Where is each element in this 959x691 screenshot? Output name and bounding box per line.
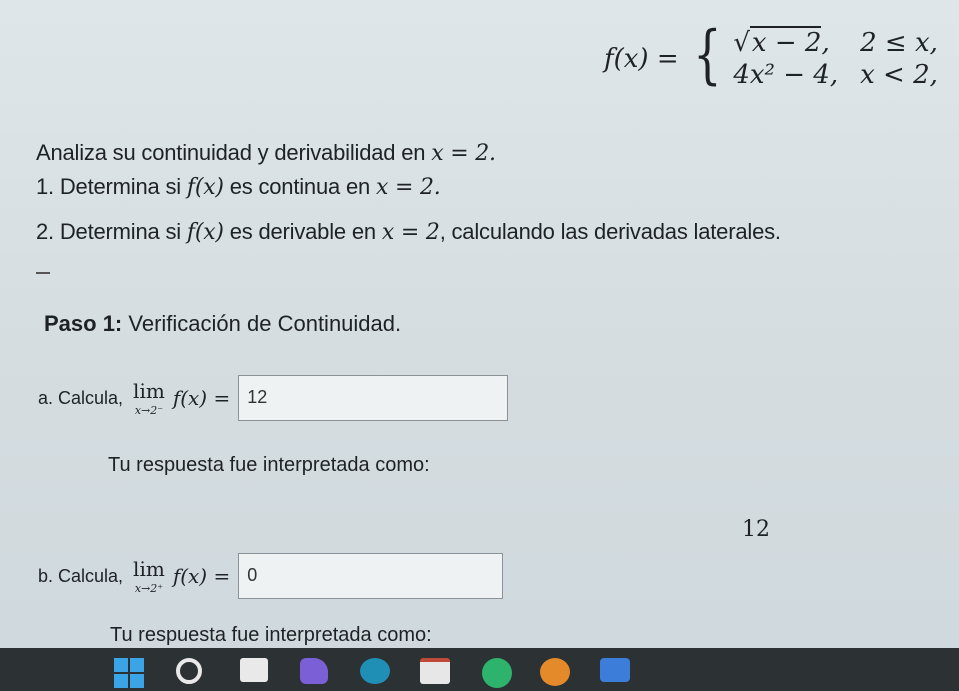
interpretation-b-label: Tu respuesta fue interpretada como: <box>110 624 432 646</box>
cases-brace: { <box>692 18 722 92</box>
item-1: 1. Determina si f(x) es continua en x = … <box>36 174 441 200</box>
cases: √x − 2, 2 ≤ x, 4x² − 4, x < 2, <box>733 26 938 90</box>
step1-title: Verificación de Continuidad. <box>128 311 402 336</box>
question-a: a. Calcula, lim x→2⁻ f(x) = 12 <box>38 375 509 421</box>
separator <box>36 272 50 274</box>
case2-condition: x < 2, <box>860 60 938 90</box>
question-a-fx: f(x) = <box>172 386 231 410</box>
answer-b-input[interactable]: 0 <box>238 553 504 599</box>
question-b-prefix: b. Calcula, <box>38 565 124 586</box>
mail-icon[interactable] <box>420 658 450 684</box>
question-a-prefix: a. Calcula, <box>38 387 124 408</box>
question-b-fx: f(x) = <box>172 564 231 588</box>
question-b: b. Calcula, lim x→2⁺ f(x) = 0 <box>38 553 504 599</box>
interpretation-a-label: Tu respuesta fue interpretada como: <box>108 454 430 476</box>
item-2: 2. Determina si f(x) es derivable en x =… <box>36 219 781 245</box>
answer-a-input[interactable]: 12 <box>238 375 509 421</box>
limit-left: lim x→2⁻ <box>133 378 165 417</box>
case2-expression: 4x² − 4, <box>733 60 839 90</box>
function-lhs: f(x) = <box>604 44 679 74</box>
search-icon[interactable] <box>176 658 202 684</box>
step1-label: Paso 1: <box>44 311 123 336</box>
browser-icon[interactable] <box>360 658 390 684</box>
piecewise-function: f(x) = { √x − 2, 2 ≤ x, 4x² − 4, x < 2, <box>604 23 938 90</box>
chrome-icon[interactable] <box>482 658 512 688</box>
intro-line: Analiza su continuidad y derivabilidad e… <box>36 140 496 166</box>
limit-right: lim x→2⁺ <box>133 556 165 595</box>
file-explorer-icon[interactable] <box>240 658 268 682</box>
intro-math: x = 2. <box>431 141 496 166</box>
app-icon[interactable] <box>300 658 328 684</box>
taskbar <box>0 648 959 691</box>
windows-start-icon[interactable] <box>114 658 144 688</box>
step1-heading: Paso 1: Verificación de Continuidad. <box>44 311 401 337</box>
firefox-icon[interactable] <box>540 658 570 686</box>
app-icon[interactable] <box>600 658 630 682</box>
case1-condition: 2 ≤ x, <box>860 28 938 58</box>
interpretation-a-value: 12 <box>742 517 770 542</box>
case1-expression: √x − 2, <box>733 26 830 58</box>
